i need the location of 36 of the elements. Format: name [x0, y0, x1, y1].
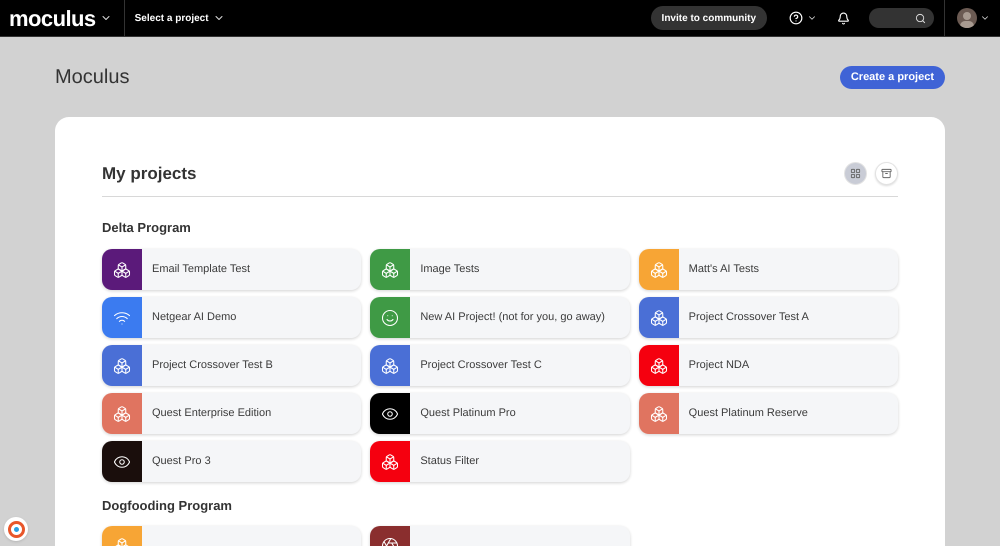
project-card[interactable]: Quest Platinum Pro	[370, 393, 630, 434]
group-title: Delta Program	[102, 218, 192, 237]
project-name: Project Crossover Test C	[420, 358, 542, 374]
project-name: Matt's AI Tests	[688, 262, 760, 278]
project-card[interactable]: Project Crossover Test C	[370, 345, 630, 386]
project-select[interactable]: Select a project	[124, 10, 225, 26]
group-title: Dogfooding Program	[102, 497, 233, 515]
invite-button[interactable]: Invite to community	[650, 6, 767, 30]
project-name: Quest Enterprise Edition	[152, 406, 272, 422]
project-name: Quest Pro 3	[152, 454, 211, 470]
project-name: Netgear AI Demo	[152, 310, 236, 326]
panel-title: My projects	[102, 163, 196, 185]
project-card[interactable]: Quest Platinum Reserve	[638, 393, 898, 434]
project-card[interactable]: Quest Enterprise Edition	[102, 393, 362, 434]
page-title: Moculus	[55, 65, 130, 90]
project-card[interactable]: Project Crossover Test A	[638, 297, 898, 338]
project-card[interactable]: Matt's AI Tests	[638, 249, 898, 290]
logo-menu[interactable]: moculus	[0, 0, 125, 36]
project-card[interactable]: Netgear AI Demo	[102, 297, 362, 338]
project-card[interactable]: Project Crossover Test B	[102, 345, 362, 386]
project-card[interactable]: Quest Pro 3	[102, 441, 362, 482]
project-card[interactable]: Status Filter	[370, 441, 630, 482]
project-card[interactable]: New AI Project! (not for you, go away)	[370, 297, 630, 338]
project-name: Quest Platinum Pro	[420, 406, 516, 422]
project-name: Project Crossover Test A	[688, 310, 809, 326]
project-name: Quest Platinum Reserve	[688, 406, 808, 422]
project-card[interactable]: Project NDA	[638, 345, 898, 386]
project-name: Project Crossover Test B	[152, 358, 273, 374]
project-name: Project NDA	[688, 358, 750, 374]
project-card[interactable]: Image Tests	[370, 249, 630, 290]
project-name: Email Template Test	[152, 262, 250, 278]
project-card[interactable]: Email Template Test	[102, 249, 362, 290]
create-project-button[interactable]: Create a project	[840, 66, 945, 88]
project-name: Image Tests	[420, 262, 480, 278]
project-name: New AI Project! (not for you, go away)	[420, 310, 605, 326]
project-name: Status Filter	[420, 454, 480, 470]
